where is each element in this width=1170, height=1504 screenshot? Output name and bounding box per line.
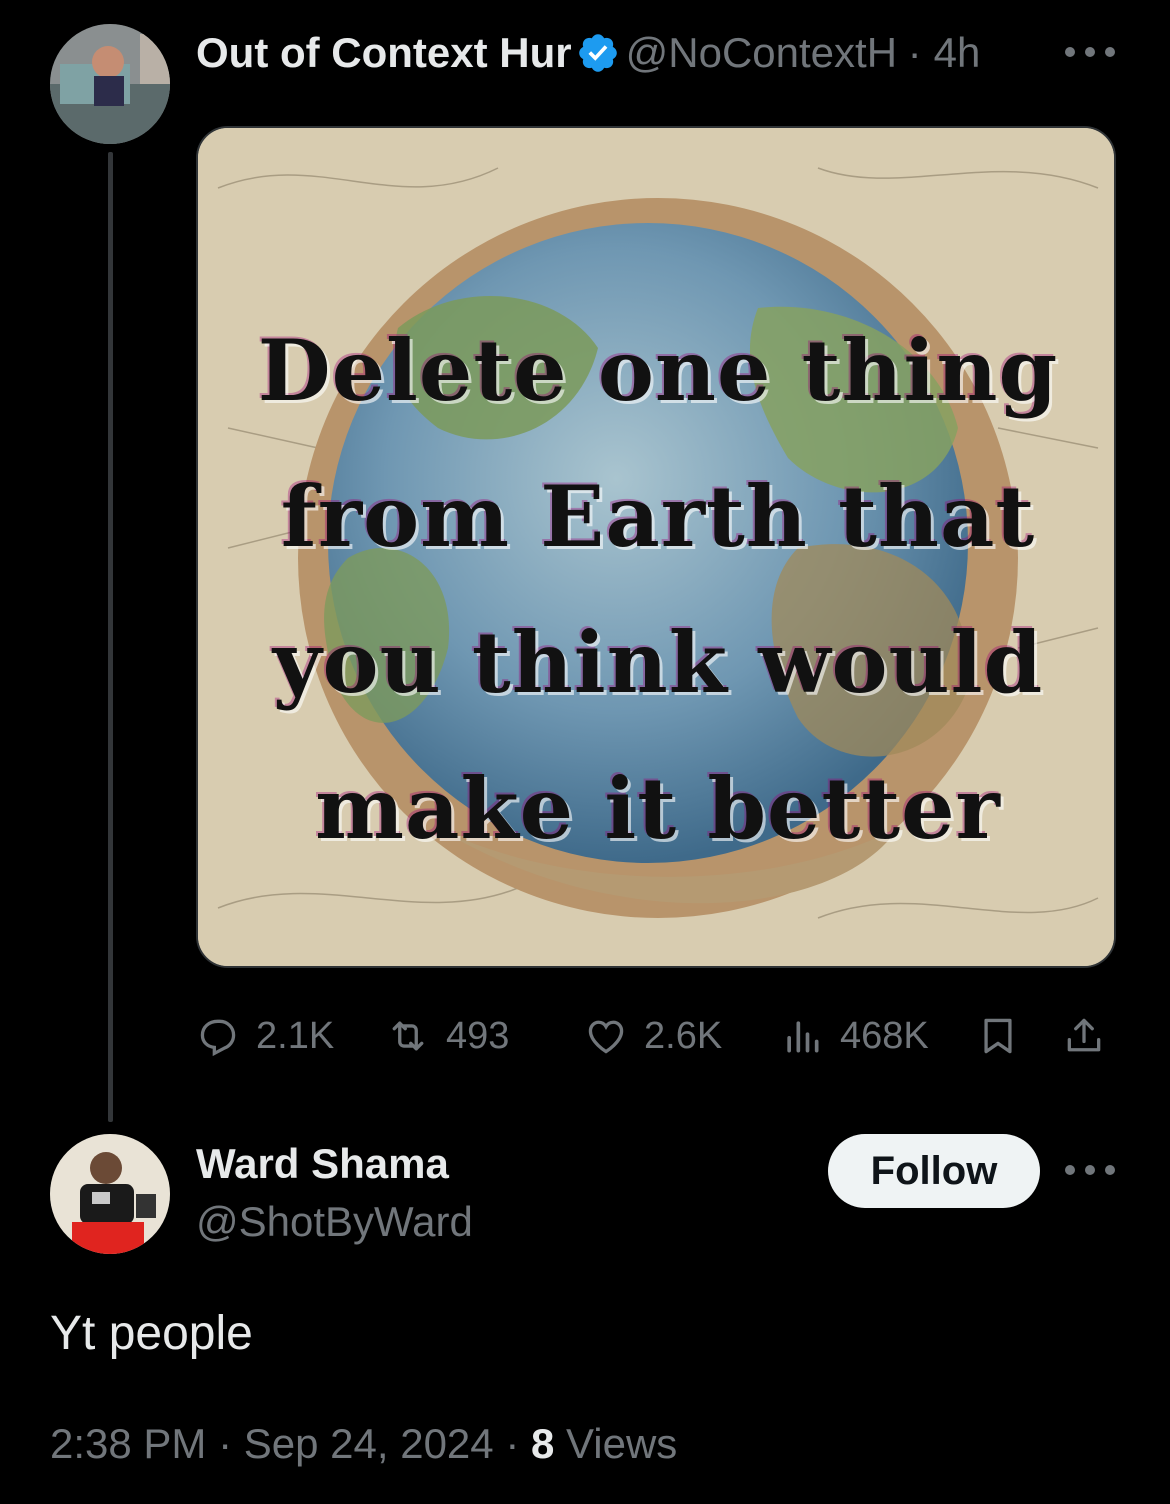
reply-views-count: 8 — [531, 1420, 555, 1467]
reply-meta: 2:38 PM · Sep 24, 2024 · 8 Views — [50, 1420, 677, 1468]
image-caption-line: from Earth that — [280, 467, 1036, 566]
follow-button[interactable]: Follow — [828, 1134, 1040, 1208]
author-display-name[interactable]: Out of Context Hur — [196, 29, 572, 77]
verified-badge-icon — [578, 34, 617, 72]
reply-author-avatar-image — [50, 1134, 170, 1254]
author-avatar[interactable] — [50, 24, 170, 144]
tweet-media-image[interactable]: Delete one thing from Earth that you thi… — [196, 126, 1116, 968]
bookmark-button[interactable] — [976, 1004, 1036, 1068]
like-count: 2.6K — [644, 1014, 723, 1057]
image-caption-line: Delete one thing — [257, 321, 1059, 420]
share-icon — [1067, 1018, 1101, 1052]
author-avatar-image — [50, 24, 170, 144]
bookmark-icon — [984, 1018, 1012, 1054]
reply-time[interactable]: 2:38 PM — [50, 1420, 206, 1467]
image-caption-line: make it better — [315, 759, 1001, 858]
tweet-time[interactable]: 4h — [934, 29, 981, 77]
author-handle[interactable]: @NoContextH — [626, 29, 896, 77]
more-options-icon[interactable] — [1062, 40, 1118, 64]
separator-dot: · — [907, 29, 922, 76]
reply-text: Yt people — [50, 1307, 253, 1360]
image-caption-line: you think would — [272, 613, 1044, 712]
image-caption: Delete one thing from Earth that you thi… — [198, 298, 1114, 882]
retweet-button[interactable]: 493 — [386, 1004, 509, 1068]
views-icon — [787, 1021, 819, 1053]
like-button[interactable]: 2.6K — [584, 1004, 722, 1068]
reply-date[interactable]: Sep 24, 2024 — [244, 1420, 494, 1467]
reply-author-avatar[interactable] — [50, 1134, 170, 1254]
retweet-count: 493 — [446, 1014, 510, 1057]
tweet-header: Out of Context Hur @NoContextH · 4h — [196, 26, 1126, 80]
reply-count: 2.1K — [256, 1014, 335, 1057]
reply-author-name[interactable]: Ward Shama — [196, 1140, 449, 1188]
reply-views-label: Views — [566, 1420, 678, 1467]
separator-dot: · — [505, 1420, 520, 1467]
separator-dot: · — [218, 1420, 233, 1467]
tweet-action-bar: 2.1K 493 2.6K 468K — [196, 1004, 1126, 1068]
more-options-icon[interactable] — [1062, 1158, 1118, 1182]
reply-icon — [200, 1019, 236, 1057]
retweet-icon — [392, 1021, 424, 1051]
thread-connector-line — [108, 152, 113, 1122]
views-count: 468K — [840, 1014, 929, 1057]
like-icon — [588, 1020, 624, 1054]
views-button[interactable]: 468K — [780, 1004, 929, 1068]
reply-button[interactable]: 2.1K — [196, 1004, 334, 1068]
share-button[interactable] — [1062, 1004, 1122, 1068]
reply-author-handle[interactable]: @ShotByWard — [196, 1198, 473, 1246]
